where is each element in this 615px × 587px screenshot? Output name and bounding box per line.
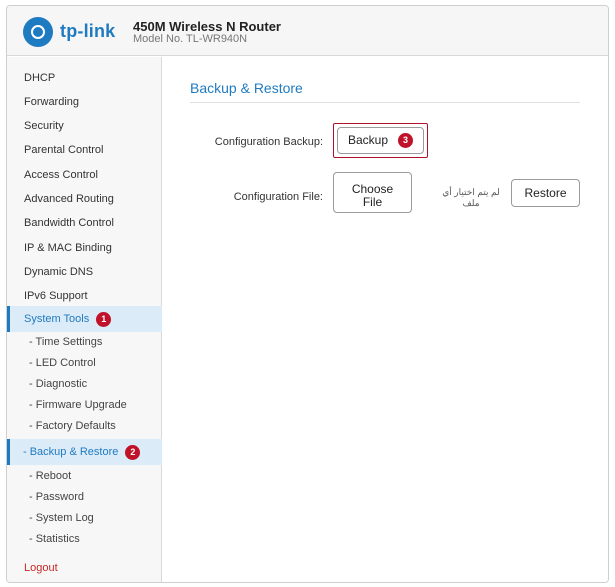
sidebar-item-firmware-upgrade[interactable]: - Firmware Upgrade xyxy=(7,395,162,416)
sidebar-item-access-control[interactable]: Access Control xyxy=(7,163,162,187)
sidebar-item-label: DHCP xyxy=(24,72,56,84)
sidebar-item-dhcp[interactable]: DHCP xyxy=(7,66,162,90)
sidebar-item-system-tools[interactable]: System Tools 1 xyxy=(7,306,162,332)
sidebar-item-label: - Diagnostic xyxy=(29,378,88,390)
sidebar-item-statistics[interactable]: - Statistics xyxy=(7,529,162,550)
sidebar-item-label: - Factory Defaults xyxy=(29,420,116,432)
sidebar-item-label: - Statistics xyxy=(29,533,80,545)
title-divider xyxy=(190,102,580,103)
sidebar-item-system-log[interactable]: - System Log xyxy=(7,508,162,529)
sidebar-item-label: IPv6 Support xyxy=(24,290,88,302)
sidebar-item-label: Advanced Routing xyxy=(24,193,114,205)
choose-file-label-line1: Choose xyxy=(351,181,394,196)
page-title: Backup & Restore xyxy=(190,80,303,96)
no-file-chosen-text: لم يتم اختيار أي ملف xyxy=(435,187,507,209)
no-file-text-line1: لم يتم اختيار أي xyxy=(442,187,500,197)
sidebar-item-password[interactable]: - Password xyxy=(7,487,162,508)
sidebar-item-bandwidth-control[interactable]: Bandwidth Control xyxy=(7,211,162,235)
sidebar-item-label: - Password xyxy=(29,491,85,503)
sidebar-item-dynamic-dns[interactable]: Dynamic DNS xyxy=(7,260,162,284)
sidebar-item-label: Forwarding xyxy=(24,96,80,108)
header-bar: tp-link 450M Wireless N Router Model No.… xyxy=(7,6,608,56)
sidebar-item-label: Logout xyxy=(24,562,58,574)
config-backup-label: Configuration Backup: xyxy=(214,136,323,148)
sidebar-item-time-settings[interactable]: - Time Settings xyxy=(7,332,162,353)
sidebar-item-led-control[interactable]: - LED Control xyxy=(7,353,162,374)
sidebar-item-label: Security xyxy=(24,120,64,132)
sidebar-item-label: Parental Control xyxy=(24,144,104,156)
brand-logo-text: tp-link xyxy=(60,21,116,41)
sidebar-item-label: Dynamic DNS xyxy=(24,266,94,278)
product-name: 450M Wireless N Router xyxy=(133,19,281,34)
choose-file-label-line2: File xyxy=(362,194,383,209)
sidebar-item-parental-control[interactable]: Parental Control xyxy=(7,138,162,162)
sidebar-item-label: - Firmware Upgrade xyxy=(29,399,127,411)
step-badge: 1 xyxy=(96,311,112,327)
sidebar-item-label: - Time Settings xyxy=(29,336,103,348)
sidebar-item-security[interactable]: Security xyxy=(7,114,162,138)
sidebar-item-label: System Tools xyxy=(24,313,90,325)
tp-link-logo-icon xyxy=(23,17,53,47)
step-badge: 3 xyxy=(398,133,414,149)
sidebar-item-logout[interactable]: Logout xyxy=(7,556,162,580)
model-number: Model No. TL-WR940N xyxy=(133,33,248,45)
sidebar-nav: DHCP Forwarding Security Parental Contro… xyxy=(7,57,162,582)
restore-button-label: Restore xyxy=(524,186,567,200)
router-admin-window: tp-link 450M Wireless N Router Model No.… xyxy=(6,5,609,583)
no-file-text-line2: ملف xyxy=(462,198,480,208)
sidebar-item-label: Bandwidth Control xyxy=(24,217,114,229)
backup-button-label: Backup xyxy=(347,133,389,147)
restore-button[interactable]: Restore xyxy=(511,179,580,207)
sidebar-item-label: - Backup & Restore xyxy=(23,446,119,458)
backup-button[interactable]: Backup 3 xyxy=(337,127,424,154)
choose-file-button[interactable]: Choose File xyxy=(333,172,412,213)
sidebar-item-ip-mac-binding[interactable]: IP & MAC Binding xyxy=(7,236,162,260)
sidebar-item-ipv6-support[interactable]: IPv6 Support xyxy=(7,284,162,308)
sidebar-item-label: IP & MAC Binding xyxy=(24,242,112,254)
sidebar-item-advanced-routing[interactable]: Advanced Routing xyxy=(7,187,162,211)
sidebar-item-backup-restore[interactable]: - Backup & Restore 2 xyxy=(7,439,162,465)
sidebar-item-label: Access Control xyxy=(24,169,98,181)
sidebar-item-reboot[interactable]: - Reboot xyxy=(7,466,162,487)
sidebar-item-label: - LED Control xyxy=(29,357,96,369)
sidebar-item-diagnostic[interactable]: - Diagnostic xyxy=(7,374,162,395)
main-content: Backup & Restore Configuration Backup: B… xyxy=(163,57,608,582)
sidebar-item-label: - System Log xyxy=(29,512,94,524)
config-file-label: Configuration File: xyxy=(233,191,323,203)
sidebar-item-factory-defaults[interactable]: - Factory Defaults xyxy=(7,416,162,437)
step-badge: 2 xyxy=(125,444,141,460)
sidebar-item-forwarding[interactable]: Forwarding xyxy=(7,90,162,114)
sidebar-item-label: - Reboot xyxy=(29,470,72,482)
